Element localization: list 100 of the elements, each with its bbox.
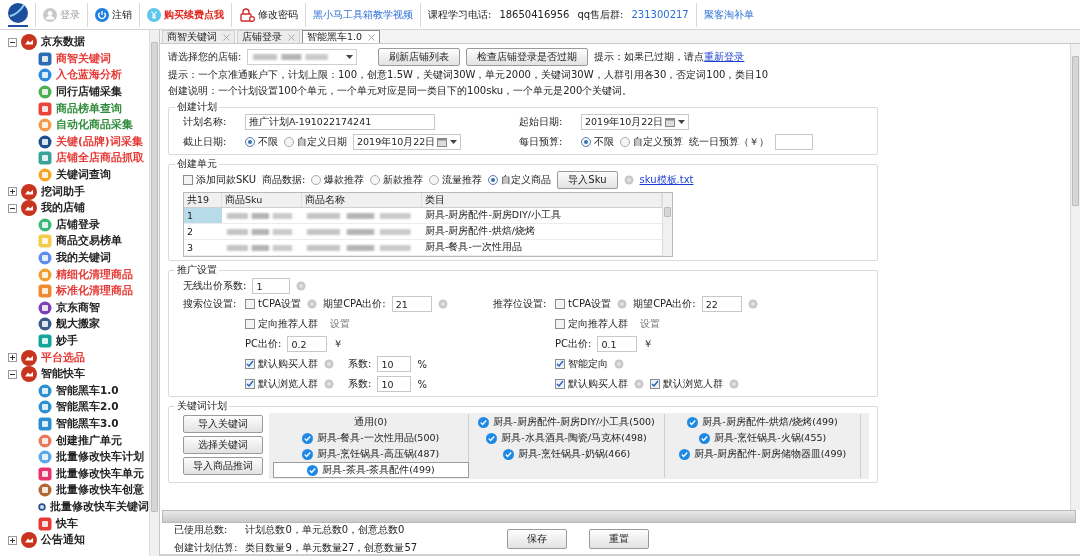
tree-item[interactable]: 标准化清理商品 [56,284,133,299]
close-icon[interactable] [288,33,295,41]
collapse-icon[interactable] [8,369,17,379]
tree-item[interactable]: 批量修改快车计划 [56,450,144,465]
help-icon[interactable] [296,281,307,291]
tree-group[interactable]: 智能快车 [41,367,85,382]
expand-icon[interactable] [8,353,17,363]
collapse-icon[interactable] [8,203,17,213]
help-icon[interactable] [623,175,634,185]
tree-item[interactable]: 快车 [56,516,78,531]
vertical-scrollbar[interactable] [662,193,672,256]
checkbox[interactable] [650,379,660,389]
tree-item[interactable]: 精细化清理商品 [56,267,133,282]
radio-button[interactable] [370,175,381,185]
budget-field[interactable] [775,134,813,150]
table-cell[interactable]: 1 [184,208,222,224]
bid-field[interactable]: 22 [701,296,742,312]
checkbox[interactable] [555,299,565,309]
help-icon[interactable] [729,379,739,389]
tree-item[interactable]: 批量修改快车创意 [56,483,144,498]
tree-item[interactable]: 智能黑车2.0 [56,400,119,415]
bid-field[interactable]: 21 [391,296,432,312]
plan-name-field[interactable]: 推广计划A-191022174241 [245,114,435,130]
action-button[interactable]: 检查店铺登录是否过期 [466,48,589,66]
tree-group[interactable]: 我的店铺 [41,201,85,216]
template-link[interactable]: sku模板.txt [639,173,694,187]
calendar-icon[interactable] [665,117,675,127]
coefficient-field[interactable]: 10 [377,376,412,392]
tab[interactable]: 商智关键词 [162,30,235,43]
tree-item[interactable]: 批量修改快车关键词 [50,499,149,514]
toolbar-button[interactable]: 修改密码 [235,7,302,22]
tree-item[interactable]: 关键(品牌)词采集 [56,134,143,149]
toolbar-button[interactable]: 购买续费点我 [143,7,228,22]
radio-button[interactable] [581,137,591,147]
tree-item[interactable]: 京东商智 [56,300,100,315]
expand-icon[interactable] [8,187,17,197]
radio-button[interactable] [429,175,440,185]
help-icon[interactable] [437,299,448,309]
radio-button[interactable] [311,175,322,185]
footer-button[interactable]: 保存 [507,528,568,549]
radio-button[interactable] [245,137,255,147]
action-button[interactable]: 刷新店铺列表 [378,48,461,66]
close-icon[interactable] [368,33,376,41]
category-item[interactable]: 厨具-餐具-一次性用品(500) [273,430,469,446]
category-item[interactable]: 厨具-烹饪锅具-火锅(455) [665,430,861,446]
tree-item[interactable]: 商智关键词 [56,51,111,66]
relogin-link[interactable]: 重新登录 [704,51,745,62]
checkbox[interactable] [555,359,565,369]
checkbox[interactable] [245,319,255,329]
category-item[interactable]: 厨具-厨房配件-烘焙/烧烤(499) [665,414,861,430]
toolbar-link[interactable]: 黑小马工具箱教学视频 [309,7,417,22]
tree-item[interactable]: 店铺全店商品抓取 [56,151,144,166]
calendar-icon[interactable] [437,137,447,147]
tree-group[interactable]: 京东数据 [41,35,85,50]
help-icon[interactable] [747,299,758,309]
tree-item[interactable]: 妙手 [56,334,78,348]
vertical-scrollbar[interactable] [149,30,159,556]
tree-item[interactable]: 批量修改快车单元 [56,466,144,481]
shop-dropdown[interactable] [247,49,358,65]
collapse-icon[interactable] [8,37,17,47]
coefficient-field[interactable]: 10 [377,356,412,372]
category-item[interactable]: 厨具-厨房配件-厨房DIY/小工具(500) [469,414,665,430]
radio-button[interactable] [284,137,294,147]
settings-link[interactable]: 设置 [330,317,350,331]
date-field[interactable]: 2019年10月22日 [581,114,689,130]
tree-item[interactable]: 智能黑车3.0 [56,416,119,431]
close-icon[interactable] [223,33,230,41]
checkbox[interactable] [245,299,255,309]
bid-field[interactable]: 0.2 [287,336,328,352]
coefficient-field[interactable]: 1 [252,278,291,294]
tree-group[interactable]: 公告通知 [41,533,85,548]
tree-item[interactable]: 舰大搬家 [56,317,100,332]
tree-item[interactable]: 店铺登录 [56,217,100,232]
tree-group[interactable]: 平台选品 [41,350,85,365]
checkbox[interactable] [245,379,255,389]
help-icon[interactable] [617,299,628,309]
category-item[interactable]: 厨具-厨房配件-厨房储物器皿(499) [665,446,861,462]
checkbox[interactable] [555,379,565,389]
tab[interactable]: 店铺登录 [237,30,300,43]
vertical-scrollbar[interactable] [1070,44,1080,510]
footer-button[interactable]: 重置 [589,528,650,549]
tree-item[interactable]: 关键词查询 [56,168,111,183]
expand-icon[interactable] [8,535,17,545]
tree-item[interactable]: 智能黑车1.0 [56,383,119,398]
checkbox[interactable] [245,359,255,369]
tree-item[interactable]: 同行店铺采集 [56,85,122,100]
category-item[interactable]: 厨具-水具酒具-陶瓷/马克杯(498) [469,430,665,446]
radio-button[interactable] [488,175,499,185]
category-item[interactable]: 厨具-茶具-茶具配件(499) [273,462,469,478]
keyword-button[interactable]: 选择关键词 [183,436,263,454]
checkbox[interactable] [183,175,193,185]
tree-item[interactable]: 商品交易榜单 [56,234,122,249]
help-icon[interactable] [307,299,318,309]
toolbar-link[interactable]: 231300217 [627,9,693,20]
radio-button[interactable] [620,137,630,147]
tree-item[interactable]: 入仓蓝海分析 [56,68,122,83]
tree-item[interactable]: 创建推广单元 [56,433,122,448]
date-field[interactable]: 2019年10月22日 [353,134,461,150]
settings-link[interactable]: 设置 [640,317,660,331]
bid-field[interactable]: 0.1 [597,336,638,352]
